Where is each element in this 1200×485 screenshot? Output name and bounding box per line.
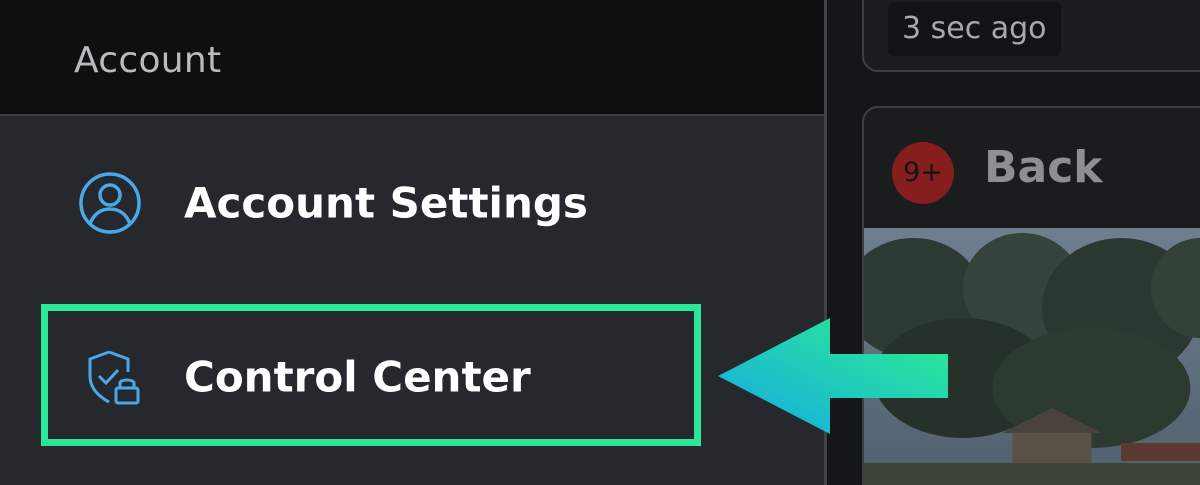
shield-check-lock-icon xyxy=(88,350,140,405)
notification-count-badge: 9+ xyxy=(892,142,954,204)
section-title: Account xyxy=(74,40,222,81)
side-menu: Account Account Settings Control Center xyxy=(0,0,824,485)
app-screen: Account Account Settings Control Center xyxy=(0,0,1200,485)
camera-card-back[interactable]: 9+ Back xyxy=(862,106,1200,485)
camera-feed-panel: 3 sec ago 9+ Back xyxy=(827,0,1200,485)
camera-card[interactable]: 3 sec ago xyxy=(862,0,1200,72)
menu-item-control-center[interactable]: Control Center xyxy=(0,322,824,432)
user-circle-icon xyxy=(79,172,141,234)
menu-item-account-settings[interactable]: Account Settings xyxy=(0,148,824,258)
camera-name: Back xyxy=(984,142,1103,193)
timestamp-badge: 3 sec ago xyxy=(888,2,1061,56)
account-section-header: Account xyxy=(0,0,824,116)
camera-card-header: 9+ Back xyxy=(864,108,1200,228)
menu-item-label: Control Center xyxy=(184,352,531,402)
menu-item-label: Account Settings xyxy=(184,178,588,228)
camera-snapshot-image[interactable] xyxy=(864,228,1200,485)
